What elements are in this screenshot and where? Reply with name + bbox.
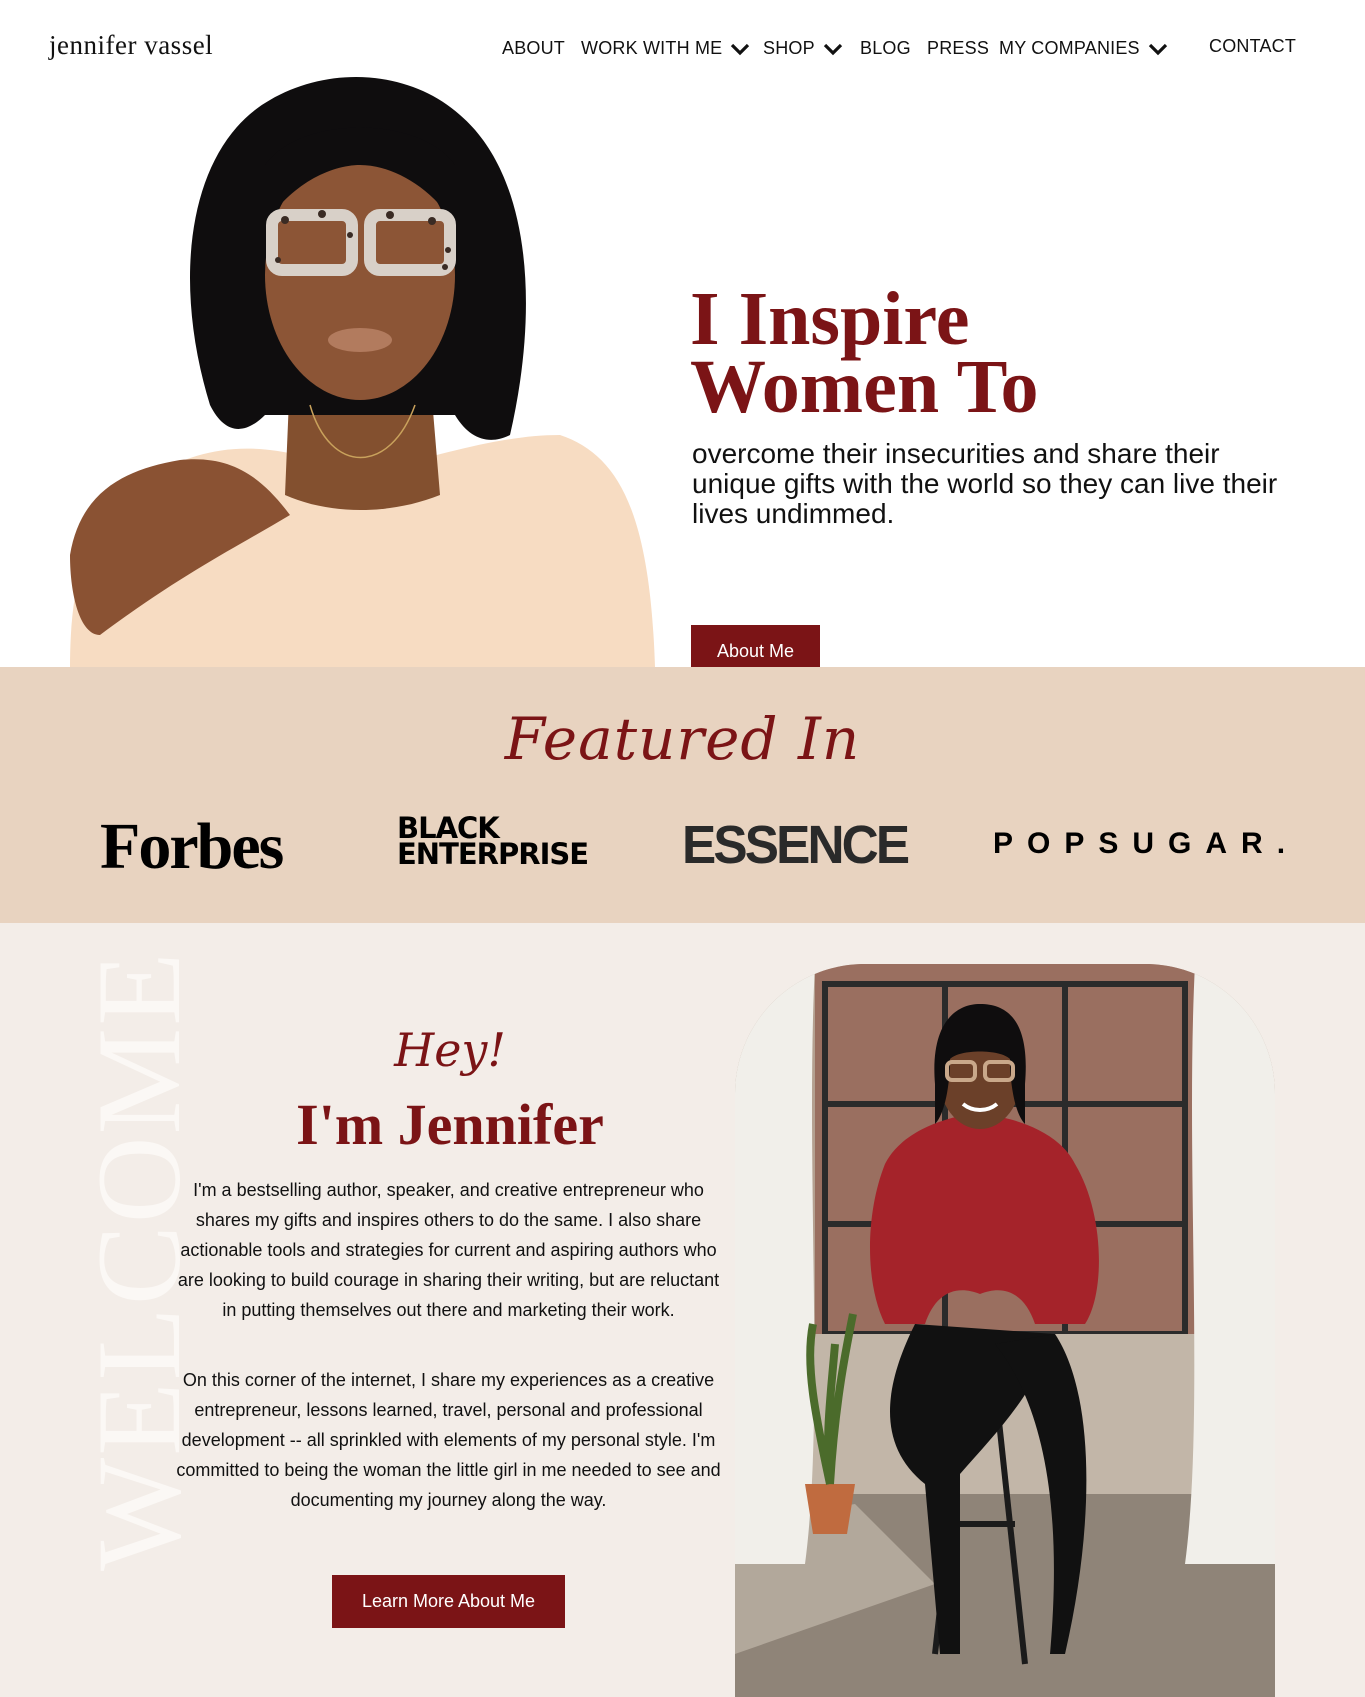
black-enterprise-logo: BLACK ENTERPRISE	[397, 814, 607, 871]
nav-blog-label: BLOG	[860, 38, 911, 58]
nav-press-label: PRESS	[927, 38, 990, 58]
featured-in-section: Featured In Forbes BLACK ENTERPRISE ESSE…	[0, 667, 1365, 923]
forbes-logo: Forbes	[100, 810, 284, 883]
chevron-down-icon	[823, 43, 842, 55]
jennifer-arch-photo	[735, 964, 1275, 1697]
nav-shop-label: SHOP	[763, 38, 815, 58]
nav-contact-label: CONTACT	[1209, 36, 1297, 56]
nav-contact[interactable]: CONTACT	[1209, 36, 1296, 57]
learn-more-button[interactable]: Learn More About Me	[332, 1575, 565, 1628]
hero-title-line2: Women To	[690, 345, 1039, 429]
nav-my-companies-label: MY COMPANIES	[999, 38, 1140, 58]
main-nav: ABOUT WORK WITH ME SHOP BLOG PRESS MY CO…	[0, 36, 1365, 62]
popsugar-logo: POPSUGAR.	[993, 827, 1300, 860]
nav-press[interactable]: PRESS	[927, 38, 989, 59]
hero-section: I Inspire Women To overcome their insecu…	[0, 75, 1365, 678]
black-enterprise-logo-line2: ENTERPRISE	[397, 837, 589, 871]
welcome-paragraph-1: I'm a bestselling author, speaker, and c…	[177, 1180, 720, 1320]
featured-in-title: Featured In	[504, 705, 861, 773]
hero-title-line1: I Inspire	[690, 277, 970, 361]
nav-about-label: ABOUT	[502, 38, 566, 58]
hero-title: I Inspire Women To	[690, 277, 1250, 429]
nav-work-with-me[interactable]: WORK WITH ME	[581, 38, 750, 59]
welcome-section: WELCOME Hey! I'm Jennifer I'm a bestsell…	[0, 923, 1365, 1697]
welcome-heading: I'm Jennifer	[296, 1092, 604, 1157]
nav-blog[interactable]: BLOG	[860, 38, 911, 59]
chevron-down-icon	[1148, 43, 1167, 55]
essence-logo: ESSENCE	[682, 815, 910, 875]
welcome-greeting: Hey!	[394, 1023, 506, 1077]
nav-my-companies[interactable]: MY COMPANIES	[999, 38, 1168, 59]
hero-subtitle: overcome their insecurities and share th…	[692, 438, 1278, 529]
nav-about[interactable]: ABOUT	[502, 38, 565, 59]
welcome-paragraph-2: On this corner of the internet, I share …	[176, 1370, 721, 1510]
hero-portrait-image	[70, 77, 655, 667]
chevron-down-icon	[731, 43, 750, 55]
nav-shop[interactable]: SHOP	[763, 38, 843, 59]
nav-work-with-me-label: WORK WITH ME	[581, 38, 723, 58]
